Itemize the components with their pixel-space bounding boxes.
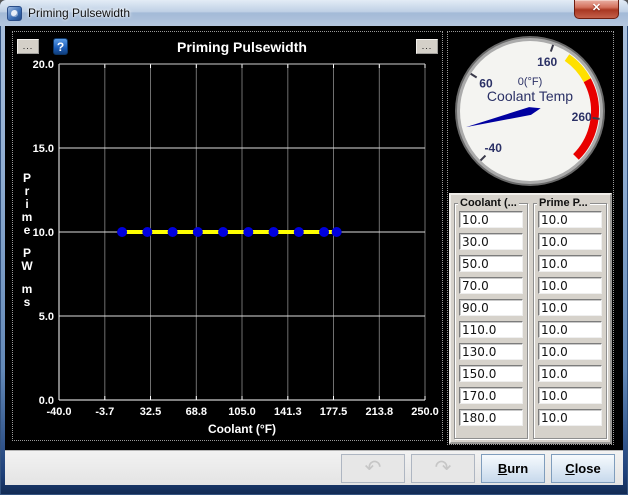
chart-point[interactable]: [117, 227, 128, 237]
help-icon[interactable]: ?: [53, 38, 68, 55]
prime-cell-input[interactable]: [538, 299, 602, 316]
redo-icon: ↷: [434, 457, 452, 479]
gauge-tick-label: 160: [537, 55, 557, 69]
gauge-tick-label: -40: [485, 141, 503, 155]
y-tick-label: 5.0: [39, 311, 54, 323]
chart-plot[interactable]: -40.0 -3.7 32.5 68.8 105.0 141.3 177.5 213.8 250…: [13, 58, 444, 442]
y-tick-label: 15.0: [33, 143, 54, 155]
coolant-cell-input[interactable]: [459, 387, 523, 404]
priming-pulsewidth-window: Priming Pulsewidth ✕ ... ? Priming Pulse…: [0, 0, 628, 495]
undo-button[interactable]: ↶: [341, 453, 405, 483]
chart-point[interactable]: [293, 227, 304, 237]
x-tick-label: 68.8: [186, 406, 207, 418]
coolant-temp-gauge[interactable]: -40601602600(°F)Coolant Temp: [448, 33, 613, 191]
prime-column-group: Prime P...: [533, 197, 607, 439]
chart-title: Priming Pulsewidth: [177, 38, 307, 55]
prime-cell-input[interactable]: [538, 211, 602, 228]
prime-cell-input[interactable]: [538, 343, 602, 360]
x-tick-label: 141.3: [274, 406, 302, 418]
chart-point[interactable]: [268, 227, 279, 237]
x-tick-label: 32.5: [140, 406, 161, 418]
chart-menu-button-left[interactable]: ...: [17, 39, 39, 54]
close-window-button[interactable]: ✕: [574, 0, 619, 19]
column-header: Prime P...: [537, 197, 590, 209]
x-tick-label: 177.5: [320, 406, 348, 418]
prime-cell-input[interactable]: [538, 387, 602, 404]
prime-cell-input[interactable]: [538, 255, 602, 272]
chart-point[interactable]: [243, 227, 254, 237]
chart-point[interactable]: [319, 227, 330, 237]
chart-point[interactable]: [192, 227, 203, 237]
prime-cell-input[interactable]: [538, 233, 602, 250]
prime-cell-input[interactable]: [538, 365, 602, 382]
column-header: Coolant (...: [458, 197, 519, 209]
x-tick-label: -40.0: [46, 406, 71, 418]
coolant-cell-input[interactable]: [459, 277, 523, 294]
y-tick-label: 20.0: [33, 59, 54, 71]
chart-point[interactable]: [218, 227, 229, 237]
x-tick-label: 213.8: [366, 406, 394, 418]
gauge-title: Coolant Temp: [487, 88, 573, 104]
y-axis-label: PrimePWms: [21, 171, 33, 309]
coolant-column-group: Coolant (...: [454, 197, 528, 439]
y-tick-label: 0.0: [39, 395, 54, 407]
chart-header: ... ? Priming Pulsewidth ...: [13, 32, 442, 58]
window-title: Priming Pulsewidth: [28, 6, 131, 20]
chart-panel: ... ? Priming Pulsewidth ... PrimePWms -…: [12, 31, 443, 441]
chart-menu-button-right[interactable]: ...: [416, 39, 438, 54]
chart-point[interactable]: [167, 227, 178, 237]
burn-button[interactable]: Burn: [481, 453, 545, 483]
chart-point[interactable]: [142, 227, 153, 237]
coolant-cell-input[interactable]: [459, 343, 523, 360]
y-tick-label: 10.0: [33, 227, 54, 239]
x-tick-label: -3.7: [95, 406, 114, 418]
x-tick-label: 250.0: [411, 406, 439, 418]
right-panel: -40 60 160 260 0(°F) Coolant Temp Coolant (..…: [447, 31, 614, 445]
undo-icon: ↶: [364, 457, 382, 479]
button-bar: ↶ ↷ Burn Close: [5, 450, 623, 485]
coolant-cell-input[interactable]: [459, 233, 523, 250]
x-axis-title: Coolant (°F): [208, 422, 276, 436]
dialog-content: ... ? Priming Pulsewidth ... PrimePWms -…: [5, 26, 623, 450]
coolant-cell-input[interactable]: [459, 255, 523, 272]
window-icon: [7, 5, 22, 21]
coolant-cell-input[interactable]: [459, 211, 523, 228]
coolant-cell-input[interactable]: [459, 299, 523, 316]
table-panel: Coolant (... Prime P...: [449, 193, 612, 444]
title-bar[interactable]: Priming Pulsewidth ✕: [0, 0, 628, 26]
coolant-cell-input[interactable]: [459, 409, 523, 426]
prime-cell-input[interactable]: [538, 321, 602, 338]
close-button[interactable]: Close: [551, 453, 615, 483]
gauge-tick-label: 260: [572, 110, 592, 124]
gauge-value: 0(°F): [518, 76, 543, 88]
prime-cell-input[interactable]: [538, 409, 602, 426]
close-icon: ✕: [591, 2, 602, 14]
redo-button[interactable]: ↷: [411, 453, 475, 483]
chart-point[interactable]: [331, 227, 342, 237]
prime-cell-input[interactable]: [538, 277, 602, 294]
coolant-cell-input[interactable]: [459, 321, 523, 338]
gauge-tick: [592, 117, 600, 120]
coolant-cell-input[interactable]: [459, 365, 523, 382]
x-tick-label: 105.0: [228, 406, 256, 418]
